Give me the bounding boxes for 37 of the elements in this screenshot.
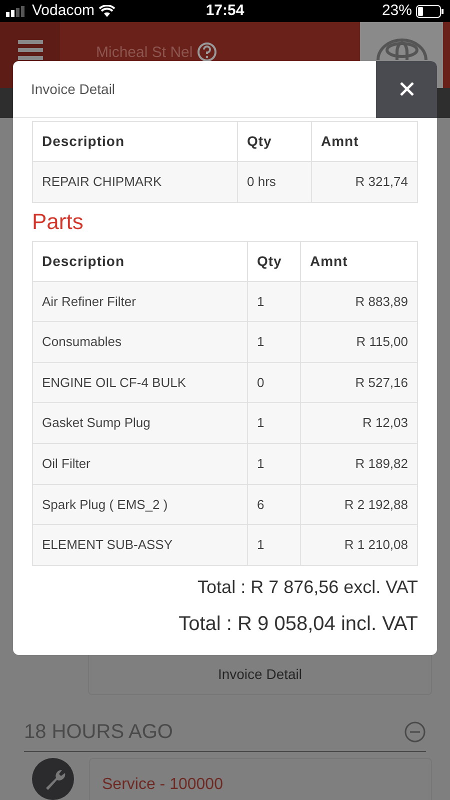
- column-header: Description: [32, 241, 248, 282]
- wrench-icon: [32, 758, 74, 800]
- service-title: Service - 100000: [102, 776, 223, 793]
- table-cell: REPAIR CHIPMARK: [32, 162, 238, 202]
- column-header: Description: [32, 122, 238, 162]
- table-cell: 1: [248, 443, 300, 484]
- table-cell: R 1 210,08: [300, 524, 418, 566]
- battery-percent: 23%: [382, 0, 412, 21]
- clock-time: 17:54: [206, 2, 244, 19]
- invoice-detail-button[interactable]: Invoice Detail: [89, 655, 431, 694]
- table-cell: R 321,74: [312, 162, 418, 202]
- menu-icon[interactable]: [18, 40, 42, 60]
- parts-heading: Parts: [32, 208, 84, 236]
- table-cell: R 12,03: [300, 402, 418, 444]
- close-icon: [400, 82, 414, 96]
- close-button[interactable]: [376, 61, 437, 118]
- wifi-icon: [98, 5, 115, 17]
- battery-icon: [416, 4, 444, 18]
- brand-logo-icon: [376, 38, 428, 60]
- table-cell: 1: [248, 402, 300, 444]
- table-cell: 1: [248, 322, 300, 362]
- table-cell: R 115,00: [300, 322, 418, 362]
- column-header: Amnt: [300, 241, 418, 282]
- table-cell: Gasket Sump Plug: [32, 402, 248, 444]
- invoice-total: Total : R 9 058,04 incl. VAT: [178, 612, 418, 637]
- service-card[interactable]: Service - 100000: [89, 758, 432, 800]
- column-header: Qty: [248, 241, 300, 282]
- table-cell: 1: [248, 524, 300, 566]
- table-cell: R 189,82: [300, 443, 418, 484]
- modal-title: Invoice Detail: [31, 80, 116, 98]
- table-cell: 0 hrs: [238, 162, 312, 202]
- table-cell: Consumables: [32, 322, 248, 362]
- help-icon[interactable]: [196, 42, 217, 62]
- table-cell: Oil Filter: [32, 443, 248, 484]
- carrier-name: Vodacom: [32, 0, 95, 21]
- table-cell: ELEMENT SUB-ASSY: [32, 524, 248, 566]
- invoice-total: Total : R 7 876,56 excl. VAT: [198, 576, 418, 599]
